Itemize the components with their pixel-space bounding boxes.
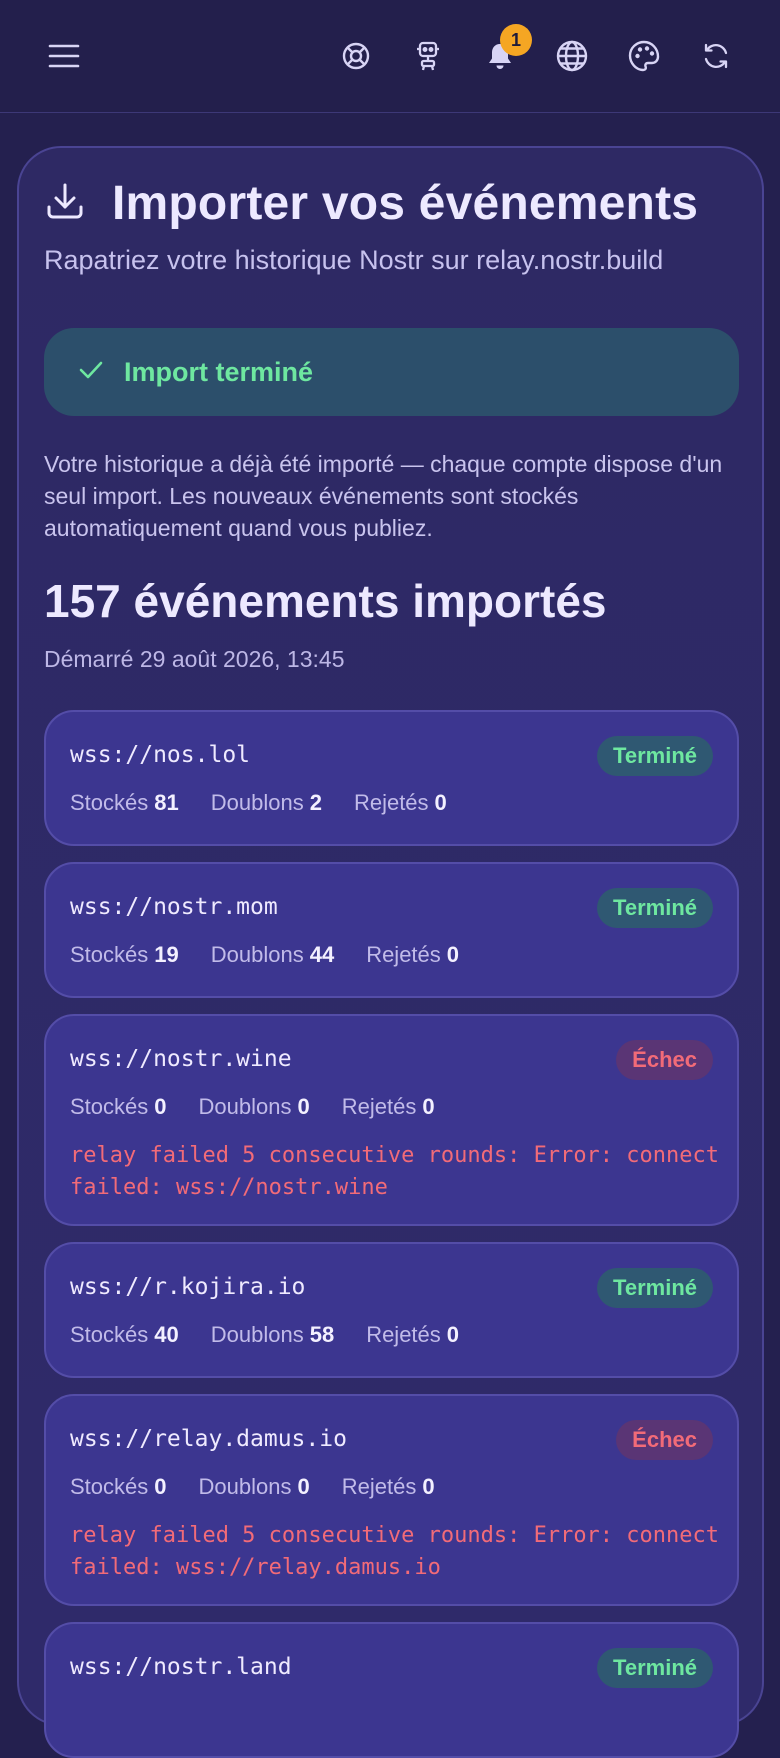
- hamburger-menu-icon[interactable]: [38, 30, 90, 82]
- page-subtitle: Rapatriez votre historique Nostr sur rel…: [44, 245, 664, 275]
- status-banner-text: Import terminé: [124, 356, 314, 387]
- stat-rejected: Rejetés 0: [353, 790, 447, 815]
- relay-stats: Stockés 0 Doublons 0 Rejetés 0: [70, 1474, 467, 1500]
- import-card: Importer vos événements Rapatriez votre …: [17, 146, 764, 1758]
- refresh-icon[interactable]: [690, 30, 742, 82]
- stat-duplicates: Doublons 58: [210, 1322, 335, 1347]
- notification-badge: 1: [500, 24, 532, 56]
- stat-rejected: Rejetés 0: [341, 1094, 435, 1119]
- stat-rejected: Rejetés 0: [366, 942, 460, 967]
- relay-error-message: relay failed 5 consecutive rounds: Error…: [70, 1523, 720, 1580]
- relay-url: wss://nostr.wine: [70, 1046, 292, 1072]
- status-badge: Terminé: [597, 1268, 713, 1308]
- status-badge: Échec: [616, 1040, 713, 1080]
- relay-card: wss://nostr.mom Terminé Stockés 19 Doublo…: [44, 862, 739, 998]
- globe-icon[interactable]: [546, 30, 598, 82]
- relay-error-message: relay failed 5 consecutive rounds: Error…: [70, 1143, 720, 1200]
- started-timestamp: Démarré 29 août 2026, 13:45: [44, 646, 345, 672]
- download-icon: [44, 180, 86, 227]
- status-badge: Terminé: [597, 736, 713, 776]
- stat-rejected: Rejetés 0: [341, 1474, 435, 1499]
- relay-card: wss://nos.lol Terminé Stockés 81 Doublons…: [44, 710, 739, 846]
- import-description: Votre historique a déjà été importé — ch…: [44, 451, 723, 541]
- top-bar: 1: [0, 0, 780, 113]
- relay-url: wss://nostr.land: [70, 1654, 292, 1680]
- bell-icon[interactable]: 1: [474, 24, 532, 82]
- stat-stored: Stockés 0: [70, 1474, 167, 1499]
- stat-stored: Stockés 0: [70, 1094, 167, 1119]
- stat-duplicates: Doublons 0: [198, 1474, 310, 1499]
- lifebuoy-icon[interactable]: [330, 30, 382, 82]
- title-row: Importer vos événements: [44, 176, 698, 231]
- relay-stats: Stockés 0 Doublons 0 Rejetés 0: [70, 1094, 467, 1120]
- import-status-banner: Import terminé: [44, 328, 739, 416]
- status-badge: Terminé: [597, 1648, 713, 1688]
- stat-stored: Stockés 19: [70, 942, 179, 967]
- relay-card: wss://nostr.wine Échec Stockés 0 Doublons…: [44, 1014, 739, 1226]
- relay-url: wss://r.kojira.io: [70, 1274, 306, 1300]
- stat-duplicates: Doublons 44: [210, 942, 335, 967]
- relay-url: wss://relay.damus.io: [70, 1426, 347, 1452]
- relay-card: wss://relay.damus.io Échec Stockés 0 Doub…: [44, 1394, 739, 1606]
- relay-stats: Stockés 40 Doublons 58 Rejetés 0: [70, 1322, 491, 1348]
- relay-card: wss://nostr.land Terminé: [44, 1622, 739, 1758]
- relay-url: wss://nos.lol: [70, 742, 251, 768]
- robot-icon[interactable]: [402, 30, 454, 82]
- relay-card: wss://r.kojira.io Terminé Stockés 40 Doub…: [44, 1242, 739, 1378]
- stat-duplicates: Doublons 0: [198, 1094, 310, 1119]
- stat-duplicates: Doublons 2: [210, 790, 322, 815]
- check-icon: [78, 359, 104, 386]
- page-title: Importer vos événements: [112, 177, 699, 230]
- relay-stats: Stockés 19 Doublons 44 Rejetés 0: [70, 942, 491, 968]
- relay-stats: Stockés 81 Doublons 2 Rejetés 0: [70, 790, 479, 816]
- stat-stored: Stockés 40: [70, 1322, 179, 1347]
- stat-stored: Stockés 81: [70, 790, 179, 815]
- status-badge: Échec: [616, 1420, 713, 1460]
- status-badge: Terminé: [597, 888, 713, 928]
- imported-count: 157 événements importés: [44, 575, 607, 627]
- stat-rejected: Rejetés 0: [366, 1322, 460, 1347]
- palette-icon[interactable]: [618, 30, 670, 82]
- relay-url: wss://nostr.mom: [70, 894, 278, 920]
